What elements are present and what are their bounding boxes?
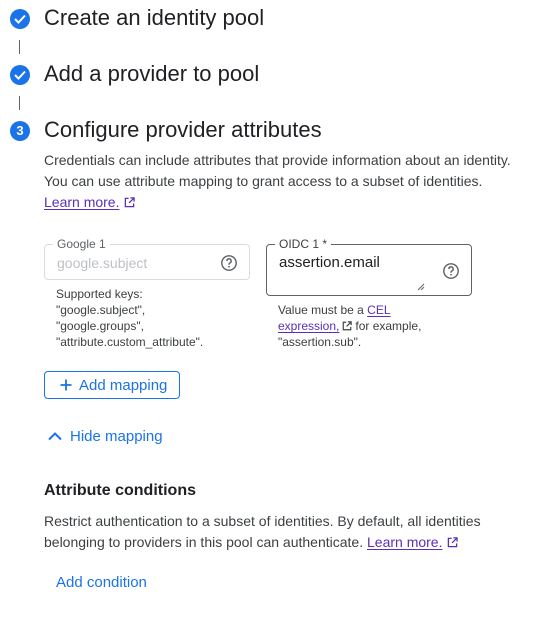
learn-more-row: Learn more.: [44, 192, 534, 213]
help-icon[interactable]: [220, 254, 238, 272]
step-2-title: Add a provider to pool: [44, 61, 260, 86]
resize-handle-icon[interactable]: [417, 283, 425, 291]
oidc-field-hint: Value must be a CEL expression, for examp…: [278, 303, 422, 349]
check-icon: [14, 14, 26, 24]
step-1-complete-icon: [10, 9, 30, 29]
attribute-conditions-heading: Attribute conditions: [44, 482, 196, 499]
step-3-title: Configure provider attributes: [44, 117, 322, 142]
step-2-complete-icon: [10, 65, 30, 85]
google-field-label: Google 1: [53, 237, 110, 251]
add-condition-button[interactable]: Add condition: [56, 574, 147, 591]
attribute-conditions-description: Restrict authentication to a subset of i…: [44, 513, 481, 550]
cel-expression-link[interactable]: expression,: [278, 319, 339, 333]
check-icon: [14, 70, 26, 80]
step-3-number-badge: 3: [10, 121, 30, 141]
google-field-placeholder: google.subject: [57, 255, 148, 271]
step-3-number: 3: [16, 123, 24, 138]
description-line-2: You can use attribute mapping to grant a…: [44, 173, 483, 189]
hide-mapping-button[interactable]: Hide mapping: [48, 428, 163, 445]
chevron-up-icon: [48, 432, 62, 441]
external-link-icon: [125, 197, 136, 208]
plus-icon: [60, 379, 72, 391]
learn-more-link[interactable]: Learn more.: [367, 534, 442, 550]
step-description: Credentials can include attributes that …: [44, 150, 534, 213]
google-attribute-field[interactable]: Google 1 google.subject: [44, 237, 250, 280]
add-mapping-label: Add mapping: [79, 376, 168, 394]
external-link-icon: [343, 321, 353, 331]
oidc-field-label: OIDC 1 *: [275, 237, 332, 251]
external-link-icon: [448, 537, 459, 548]
oidc-field-value: assertion.email: [279, 254, 380, 271]
step-1-title: Create an identity pool: [44, 5, 265, 30]
google-field-hint: Supported keys: "google.subject", "googl…: [56, 287, 204, 349]
oidc-attribute-textarea[interactable]: OIDC 1 * assertion.email: [266, 237, 472, 296]
learn-more-link[interactable]: Learn more.: [44, 194, 119, 210]
hide-mapping-label: Hide mapping: [70, 428, 163, 445]
add-mapping-button[interactable]: Add mapping: [44, 371, 180, 399]
step-connector: [19, 40, 20, 54]
description-line-1: Credentials can include attributes that …: [44, 152, 511, 168]
help-icon[interactable]: [442, 262, 460, 280]
step-connector: [19, 96, 20, 110]
cel-link[interactable]: CEL: [367, 303, 390, 317]
